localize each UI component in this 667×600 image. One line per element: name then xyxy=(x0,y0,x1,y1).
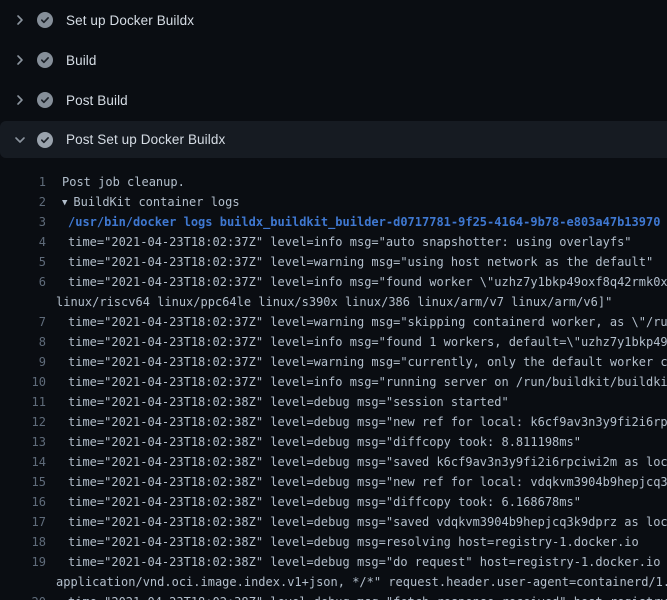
log-text: time="2021-04-23T18:02:38Z" level=debug … xyxy=(46,532,639,552)
line-number-link[interactable]: 6 xyxy=(0,272,46,292)
log-text-continuation: linux/riscv64 linux/ppc64le linux/s390x … xyxy=(0,292,667,312)
log-text: time="2021-04-23T18:02:37Z" level=warnin… xyxy=(46,252,653,272)
log-line: 14time="2021-04-23T18:02:38Z" level=debu… xyxy=(0,452,667,472)
log-text: Post job cleanup. xyxy=(46,172,185,192)
log-line: 7time="2021-04-23T18:02:37Z" level=warni… xyxy=(0,312,667,332)
log-line: 17time="2021-04-23T18:02:38Z" level=debu… xyxy=(0,512,667,532)
line-number-link[interactable]: 8 xyxy=(0,332,46,352)
chevron-right-icon xyxy=(12,12,28,28)
step-header-set-up-docker-buildx[interactable]: Set up Docker Buildx xyxy=(0,0,667,40)
log-line: 13time="2021-04-23T18:02:38Z" level=debu… xyxy=(0,432,667,452)
log-line: 2 ▼ BuildKit container logs xyxy=(0,192,667,212)
log-text: time="2021-04-23T18:02:38Z" level=debug … xyxy=(46,492,581,512)
step-label: Post Build xyxy=(66,93,128,108)
job-steps-list: Set up Docker Buildx Build Post Build Po… xyxy=(0,0,667,158)
group-label: BuildKit container logs xyxy=(73,195,239,209)
step-header-post-build[interactable]: Post Build xyxy=(0,80,667,120)
line-number-link[interactable]: 4 xyxy=(0,232,46,252)
log-text: time="2021-04-23T18:02:38Z" level=debug … xyxy=(46,472,667,492)
log-line: 1Post job cleanup. xyxy=(0,172,667,192)
line-number-link[interactable]: 5 xyxy=(0,252,46,272)
log-text: time="2021-04-23T18:02:37Z" level=warnin… xyxy=(46,352,667,372)
log-line: 15time="2021-04-23T18:02:38Z" level=debu… xyxy=(0,472,667,492)
line-number-link[interactable]: 3 xyxy=(0,212,46,232)
chevron-down-icon xyxy=(12,132,28,148)
line-number-link[interactable]: 15 xyxy=(0,472,46,492)
log-text: time="2021-04-23T18:02:37Z" level=info m… xyxy=(46,372,667,392)
log-line: 3/usr/bin/docker logs buildx_buildkit_bu… xyxy=(0,212,667,232)
chevron-right-icon xyxy=(12,52,28,68)
log-text: time="2021-04-23T18:02:38Z" level=debug … xyxy=(46,552,667,572)
log-text: time="2021-04-23T18:02:37Z" level=info m… xyxy=(46,332,667,352)
log-text: time="2021-04-23T18:02:38Z" level=debug … xyxy=(46,592,667,600)
log-line: 20time="2021-04-23T18:02:38Z" level=debu… xyxy=(0,592,667,600)
log-line: 11time="2021-04-23T18:02:38Z" level=debu… xyxy=(0,392,667,412)
log-command-text: /usr/bin/docker logs buildx_buildkit_bui… xyxy=(46,212,660,232)
log-line: 9time="2021-04-23T18:02:37Z" level=warni… xyxy=(0,352,667,372)
log-group-header: ▼ BuildKit container logs xyxy=(46,192,240,212)
log-line: 18time="2021-04-23T18:02:38Z" level=debu… xyxy=(0,532,667,552)
log-text: time="2021-04-23T18:02:38Z" level=debug … xyxy=(46,512,667,532)
line-number-link[interactable]: 2 xyxy=(0,192,46,212)
check-circle-icon xyxy=(37,92,53,108)
log-line: 4time="2021-04-23T18:02:37Z" level=info … xyxy=(0,232,667,252)
check-circle-icon xyxy=(37,132,53,148)
check-circle-icon xyxy=(37,52,53,68)
line-number-link[interactable]: 17 xyxy=(0,512,46,532)
log-text: time="2021-04-23T18:02:38Z" level=debug … xyxy=(46,452,667,472)
step-label: Build xyxy=(66,53,97,68)
log-text-continuation: application/vnd.oci.image.index.v1+json,… xyxy=(0,572,667,592)
line-number-link[interactable]: 18 xyxy=(0,532,46,552)
log-text: time="2021-04-23T18:02:37Z" level=info m… xyxy=(46,272,667,292)
line-number-link[interactable]: 7 xyxy=(0,312,46,332)
log-line: 12time="2021-04-23T18:02:38Z" level=debu… xyxy=(0,412,667,432)
triangle-down-icon: ▼ xyxy=(62,193,67,212)
log-text: time="2021-04-23T18:02:38Z" level=debug … xyxy=(46,412,667,432)
line-number-link[interactable]: 9 xyxy=(0,352,46,372)
line-number-link[interactable]: 14 xyxy=(0,452,46,472)
log-line: 19time="2021-04-23T18:02:38Z" level=debu… xyxy=(0,552,667,572)
line-number-link[interactable]: 20 xyxy=(0,592,46,600)
log-line: 6time="2021-04-23T18:02:37Z" level=info … xyxy=(0,272,667,292)
line-number-link[interactable]: 10 xyxy=(0,372,46,392)
log-line: 5time="2021-04-23T18:02:37Z" level=warni… xyxy=(0,252,667,272)
log-line: 10time="2021-04-23T18:02:37Z" level=info… xyxy=(0,372,667,392)
step-header-post-set-up-docker-buildx[interactable]: Post Set up Docker Buildx xyxy=(0,121,667,158)
step-label: Set up Docker Buildx xyxy=(66,13,194,28)
log-text: time="2021-04-23T18:02:37Z" level=info m… xyxy=(46,232,632,252)
log-text: time="2021-04-23T18:02:37Z" level=warnin… xyxy=(46,312,667,332)
log-text: time="2021-04-23T18:02:38Z" level=debug … xyxy=(46,392,509,412)
line-number-link[interactable]: 11 xyxy=(0,392,46,412)
step-log-output: 1Post job cleanup.2 ▼ BuildKit container l… xyxy=(0,158,667,600)
line-number-link[interactable]: 12 xyxy=(0,412,46,432)
chevron-right-icon xyxy=(12,92,28,108)
line-number-link[interactable]: 16 xyxy=(0,492,46,512)
log-line: 8time="2021-04-23T18:02:37Z" level=info … xyxy=(0,332,667,352)
log-text: time="2021-04-23T18:02:38Z" level=debug … xyxy=(46,432,581,452)
line-number-link[interactable]: 19 xyxy=(0,552,46,572)
check-circle-icon xyxy=(37,12,53,28)
group-collapse-toggle[interactable]: ▼ BuildKit container logs xyxy=(62,195,240,209)
line-number-link[interactable]: 1 xyxy=(0,172,46,192)
line-number-link[interactable]: 13 xyxy=(0,432,46,452)
step-label: Post Set up Docker Buildx xyxy=(66,132,225,147)
step-header-build[interactable]: Build xyxy=(0,40,667,80)
log-line: 16time="2021-04-23T18:02:38Z" level=debu… xyxy=(0,492,667,512)
